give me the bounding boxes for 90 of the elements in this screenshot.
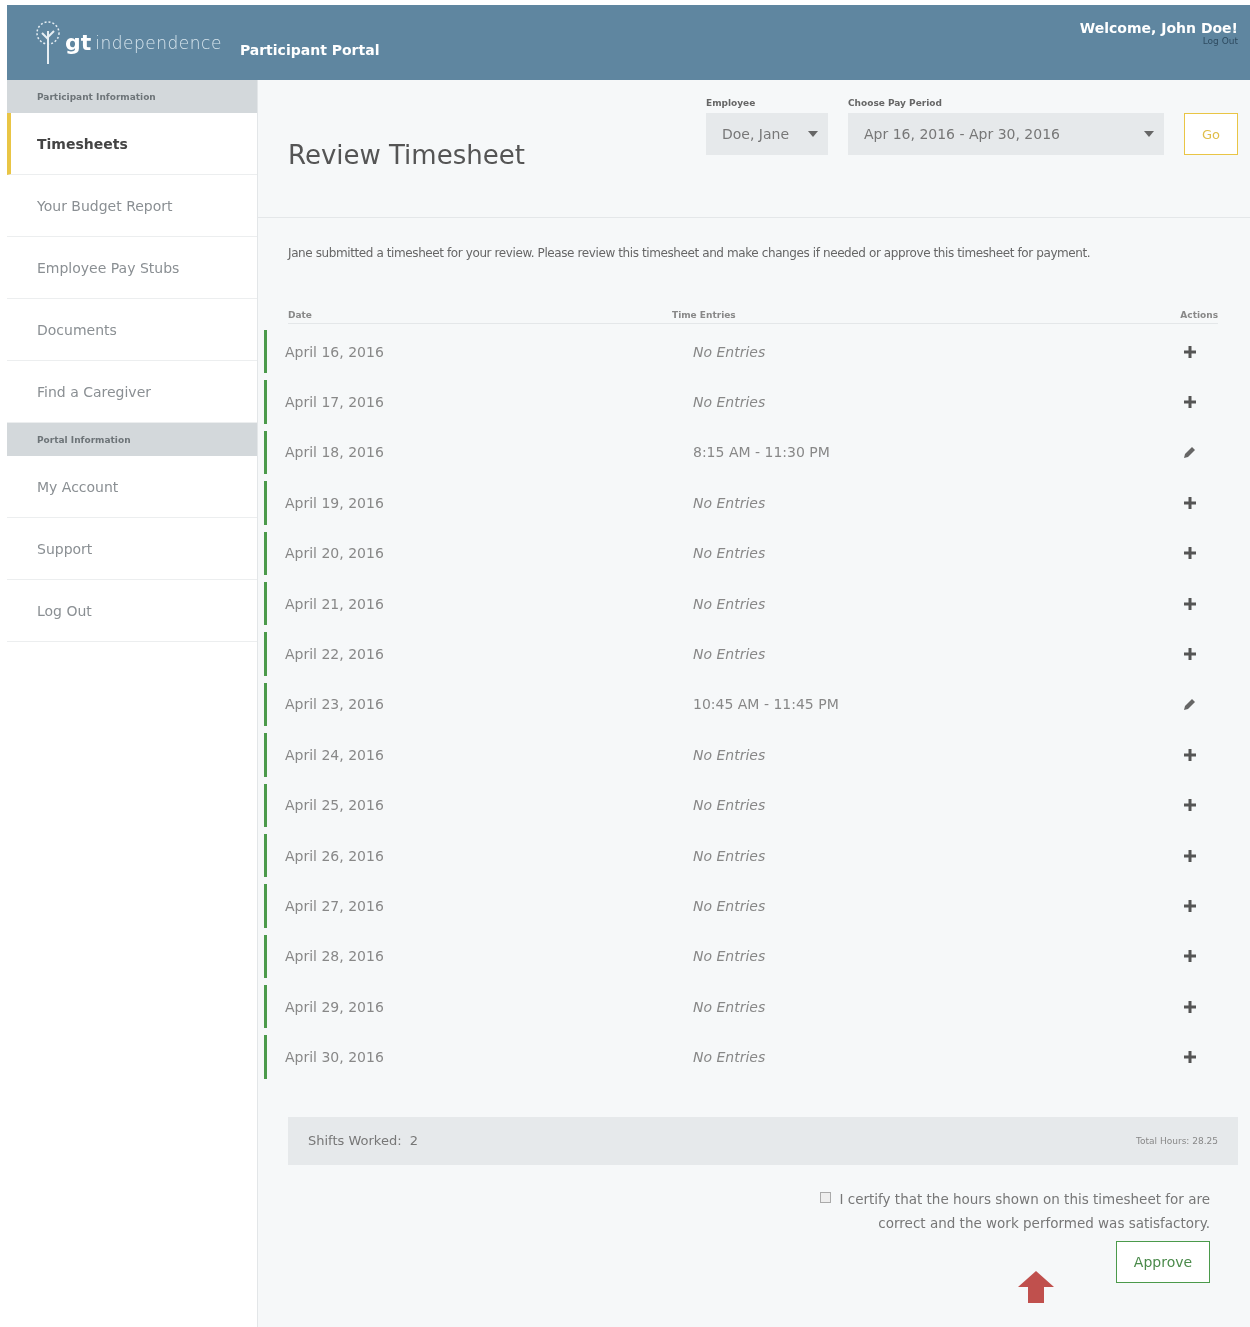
- date-cell-text: April 19, 2016: [285, 494, 385, 511]
- date-cell-text: April 27, 2016: [285, 898, 385, 914]
- shifts-worked: Shifts Worked: 2: [308, 1133, 419, 1149]
- date-cell-text: April 29, 2016: [285, 998, 385, 1015]
- pay-period-dropdown[interactable]: Apr 16, 2016 - Apr 30, 2016: [848, 113, 1164, 155]
- certify-checkbox[interactable]: [820, 1191, 831, 1203]
- time-entries-cell-text: No Entries: [693, 847, 767, 864]
- plus-icon: [1184, 496, 1196, 509]
- add-button[interactable]: [1182, 948, 1198, 965]
- plus-icon: [1184, 1000, 1196, 1013]
- date-cell-text: April 16, 2016: [285, 343, 385, 360]
- time-entries-cell-text: No Entries: [693, 646, 767, 663]
- date-cell-text: April 22, 2016: [285, 646, 385, 663]
- sidebar-item[interactable]: Employee Pay Stubs: [7, 237, 257, 299]
- date-cell-text: April 28, 2016: [285, 948, 385, 965]
- add-button[interactable]: [1182, 847, 1198, 864]
- pencil-icon: [1183, 697, 1196, 711]
- add-button[interactable]: [1182, 343, 1198, 360]
- sidebar-item[interactable]: Documents: [7, 299, 257, 361]
- employee-dropdown[interactable]: Doe, Jane: [706, 113, 828, 155]
- plus-icon: [1184, 799, 1196, 812]
- logo-wordmark: independence: [95, 32, 222, 53]
- date-cell-text: April 25, 2016: [285, 797, 385, 814]
- field-label: Employee: [706, 98, 757, 108]
- logo-mark: gt: [65, 30, 92, 55]
- section-heading: Participant Information: [7, 80, 257, 113]
- time-entries-cell-text: No Entries: [693, 898, 767, 914]
- plus-icon: [1184, 597, 1196, 610]
- sidebar-item[interactable]: Support: [7, 518, 257, 580]
- add-button[interactable]: [1182, 746, 1198, 763]
- welcome-text: Welcome, John Doe!: [1079, 20, 1238, 36]
- tree-icon: [35, 20, 61, 65]
- time-entries-cell-text: No Entries: [693, 948, 767, 965]
- caret-icon: [1144, 131, 1154, 137]
- time-entries-cell-text: No Entries: [693, 494, 767, 511]
- time-entries-cell-text: No Entries: [693, 746, 767, 763]
- date-cell-text: April 17, 2016: [285, 394, 385, 411]
- column-header: Date: [288, 310, 313, 320]
- plus-icon: [1184, 950, 1196, 963]
- time-entries-cell-text: No Entries: [693, 394, 767, 411]
- time-entries-cell-text: No Entries: [693, 545, 767, 562]
- add-button[interactable]: [1182, 494, 1198, 511]
- page-title: Review Timesheet: [288, 140, 525, 170]
- date-cell-text: April 18, 2016: [285, 444, 385, 461]
- certify-text: I certify that the hours shown on this timesheet for are correct and the work performed was satisfactory.: [838, 1189, 1210, 1233]
- time-entries-cell-text: No Entries: [693, 343, 767, 360]
- add-button[interactable]: [1182, 595, 1198, 612]
- plus-icon: [1184, 849, 1196, 862]
- plus-icon: [1184, 1051, 1196, 1064]
- logout-link[interactable]: Log Out: [1202, 36, 1238, 46]
- add-button[interactable]: [1182, 545, 1198, 562]
- date-cell-text: April 21, 2016: [285, 595, 385, 612]
- add-button[interactable]: [1182, 998, 1198, 1015]
- section-heading: Portal Information: [7, 423, 257, 456]
- go-button[interactable]: Go: [1184, 113, 1238, 155]
- date-cell-text: April 24, 2016: [285, 746, 385, 763]
- field-label: Choose Pay Period: [848, 98, 943, 108]
- add-button[interactable]: [1182, 394, 1198, 411]
- date-cell-text: April 20, 2016: [285, 545, 385, 562]
- sidebar-item[interactable]: Your Budget Report: [7, 175, 257, 237]
- portal-title: Participant Portal: [239, 41, 380, 58]
- plus-icon: [1184, 396, 1196, 409]
- add-button[interactable]: [1182, 646, 1198, 663]
- add-button[interactable]: [1182, 797, 1198, 814]
- plus-icon: [1184, 748, 1196, 761]
- plus-icon: [1184, 547, 1196, 560]
- plus-icon: [1184, 900, 1196, 912]
- sidebar-item[interactable]: Log Out: [7, 580, 257, 642]
- column-header: Time Entries: [672, 310, 737, 320]
- add-button[interactable]: [1182, 1049, 1198, 1066]
- up-arrow-icon: [1018, 1270, 1054, 1303]
- approve-button[interactable]: Approve: [1116, 1240, 1210, 1283]
- time-entries-cell-text: 10:45 AM - 11:45 PM: [693, 696, 840, 713]
- plus-icon: [1184, 648, 1196, 661]
- date-cell-text: April 30, 2016: [285, 1049, 385, 1066]
- time-entries-cell-text: No Entries: [693, 998, 767, 1015]
- time-entries-cell-text: No Entries: [693, 1049, 767, 1066]
- time-entries-cell-text: No Entries: [693, 797, 767, 814]
- review-message: Jane submitted a timesheet for your review. Please review this timesheet and make changes if needed or approve this timesheet for payment.: [288, 246, 1092, 260]
- pencil-icon: [1183, 445, 1196, 459]
- date-cell-text: April 23, 2016: [285, 696, 385, 713]
- time-entries-cell-text: 8:15 AM - 11:30 PM: [693, 444, 831, 461]
- add-button[interactable]: [1182, 898, 1198, 914]
- time-entries-cell-text: No Entries: [693, 595, 767, 612]
- caret-icon: [808, 131, 818, 137]
- plus-icon: [1184, 345, 1196, 358]
- total-hours: Total Hours: 28.25: [1136, 1135, 1218, 1146]
- column-header: Actions: [1179, 310, 1218, 320]
- sidebar-item[interactable]: My Account: [7, 456, 257, 518]
- date-cell-text: April 26, 2016: [285, 847, 385, 864]
